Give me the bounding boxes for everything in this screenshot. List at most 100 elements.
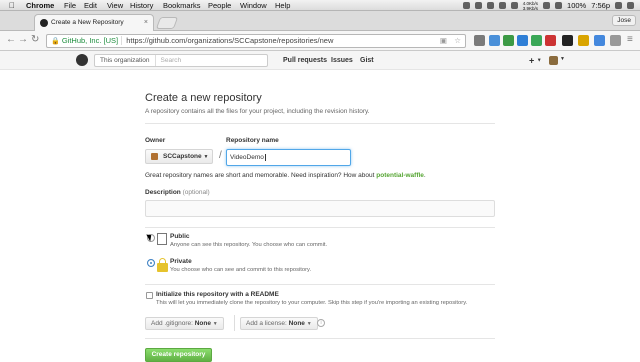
chevron-down-icon: ▼ — [306, 321, 312, 327]
reload-icon[interactable]: ↻ — [31, 33, 39, 47]
plus-icon: + — [529, 55, 535, 66]
page-action-icon[interactable]: ▣ — [440, 35, 447, 47]
search-icon[interactable] — [615, 2, 622, 9]
address-bar[interactable]: 🔒 GitHub, Inc. [US] https://github.com/o… — [46, 34, 466, 48]
optional-tag: (optional) — [182, 189, 210, 196]
github-favicon — [40, 19, 48, 27]
name-hint: Great repository names are short and mem… — [145, 172, 426, 179]
divider — [145, 284, 495, 285]
extension-icon[interactable] — [545, 35, 556, 46]
page-subtitle: A repository contains all the files for … — [145, 108, 370, 115]
hint-end: . — [423, 172, 426, 179]
menu-chrome[interactable]: Chrome — [26, 0, 54, 11]
description-label: Description (optional) — [145, 189, 210, 196]
octocat-icon[interactable] — [76, 54, 88, 66]
menu-help[interactable]: Help — [275, 0, 290, 11]
status-area: 4.0Kb/s 3.9Kb/s 100% 7:56p — [462, 0, 634, 11]
nav-gist[interactable]: Gist — [360, 51, 374, 70]
menu-window[interactable]: Window — [240, 0, 267, 11]
extension-icon[interactable] — [594, 35, 605, 46]
repo-name-value: VideoDemo — [230, 154, 264, 161]
menu-view[interactable]: View — [107, 0, 123, 11]
init-readme-checkbox[interactable] — [146, 292, 153, 299]
chrome-menu-icon[interactable]: ≡ — [627, 33, 633, 47]
owner-label: Owner — [145, 137, 166, 144]
gitignore-select[interactable]: Add .gitignore: None ▼ — [145, 317, 224, 330]
avatar[interactable] — [549, 56, 558, 65]
chevron-down-icon: ▼ — [212, 321, 218, 327]
search-box[interactable]: This organization Search — [94, 54, 268, 67]
description-input[interactable] — [145, 200, 495, 217]
net-down: 3.9Kb/s — [522, 5, 539, 11]
page-title: Create a new repository — [145, 92, 262, 104]
hint-text: Great repository names are short and mem… — [145, 172, 375, 179]
close-tab-icon[interactable]: × — [144, 15, 148, 31]
wifi-icon[interactable] — [543, 2, 551, 9]
menu-bookmarks[interactable]: Bookmarks — [163, 0, 201, 11]
tab-title: Create a New Repository — [51, 19, 124, 26]
gitignore-label: Add .gitignore: — [151, 320, 193, 327]
license-label: Add a license: — [246, 320, 287, 327]
tab-create-repository[interactable]: Create a New Repository × — [34, 14, 154, 31]
status-icon[interactable] — [510, 2, 518, 9]
chevron-down-icon: ▼ — [536, 57, 542, 64]
extension-icon[interactable] — [562, 35, 573, 46]
chevron-down-icon: ▼ — [203, 154, 209, 160]
extension-icon[interactable] — [474, 35, 485, 46]
repo-icon — [157, 233, 167, 245]
name-suggestion-link[interactable]: potential-waffle — [376, 172, 424, 179]
text-caret — [264, 154, 266, 161]
menu-file[interactable]: File — [64, 0, 76, 11]
private-title[interactable]: Private — [170, 258, 192, 265]
owner-repo-separator: / — [219, 150, 222, 161]
public-title[interactable]: Public — [170, 233, 190, 240]
nav-issues[interactable]: Issues — [331, 51, 353, 70]
list-icon[interactable] — [627, 2, 634, 9]
extension-icon[interactable] — [503, 35, 514, 46]
repo-name-input[interactable]: VideoDemo — [226, 149, 351, 166]
extension-icon[interactable] — [517, 35, 528, 46]
init-readme-title[interactable]: Initialize this repository with a README — [156, 291, 279, 298]
create-new-menu[interactable]: + ▼ — [529, 55, 542, 66]
description-label-text: Description — [145, 189, 181, 196]
owner-avatar — [151, 153, 158, 160]
forward-icon[interactable]: → — [18, 33, 28, 47]
status-icon[interactable] — [462, 2, 470, 9]
private-radio[interactable] — [147, 259, 155, 267]
browser-toolbar: ← → ↻ 🔒 GitHub, Inc. [US] https://github… — [0, 31, 640, 51]
owner-select[interactable]: SCCapstone ▼ — [145, 149, 213, 164]
owner-value: SCCapstone — [163, 153, 202, 160]
extension-icon[interactable] — [531, 35, 542, 46]
battery-percent[interactable]: 100% — [567, 0, 586, 11]
search-input[interactable]: Search — [156, 57, 182, 64]
info-icon[interactable]: i — [317, 319, 325, 327]
star-icon[interactable]: ☆ — [454, 35, 461, 47]
nav-pull-requests[interactable]: Pull requests — [283, 51, 327, 70]
status-icon[interactable] — [498, 2, 506, 9]
back-icon[interactable]: ← — [6, 33, 16, 47]
volume-icon[interactable] — [555, 2, 563, 9]
init-readme-description: This will let you immediately clone the … — [156, 300, 468, 306]
repo-name-label: Repository name — [226, 137, 279, 144]
extension-icon[interactable] — [610, 35, 621, 46]
status-icon[interactable] — [474, 2, 482, 9]
clock[interactable]: 7:56p — [591, 0, 610, 11]
menu-history[interactable]: History — [130, 0, 153, 11]
status-icon[interactable] — [486, 2, 494, 9]
chevron-down-icon[interactable]: ▼ — [560, 56, 565, 62]
ev-certificate[interactable]: GitHub, Inc. [US] — [61, 36, 123, 45]
private-description: You choose who can see and commit to thi… — [170, 267, 312, 273]
new-tab-button[interactable] — [155, 17, 179, 29]
network-speed: 4.0Kb/s 3.9Kb/s — [523, 1, 538, 11]
url-text[interactable]: https://github.com/organizations/SCCapst… — [126, 36, 333, 45]
user-profile-button[interactable]: Jose — [612, 15, 636, 26]
apple-icon[interactable]:  — [9, 0, 15, 11]
menu-edit[interactable]: Edit — [84, 0, 97, 11]
extension-icon[interactable] — [489, 35, 500, 46]
lock-icon: 🔒 — [51, 38, 60, 45]
menu-people[interactable]: People — [208, 0, 231, 11]
mac-menubar:  Chrome File Edit View History Bookmark… — [0, 0, 640, 11]
tab-strip: Create a New Repository × Jose — [0, 11, 640, 31]
extension-icon[interactable] — [578, 35, 589, 46]
license-select[interactable]: Add a license: None ▼ — [240, 317, 318, 330]
